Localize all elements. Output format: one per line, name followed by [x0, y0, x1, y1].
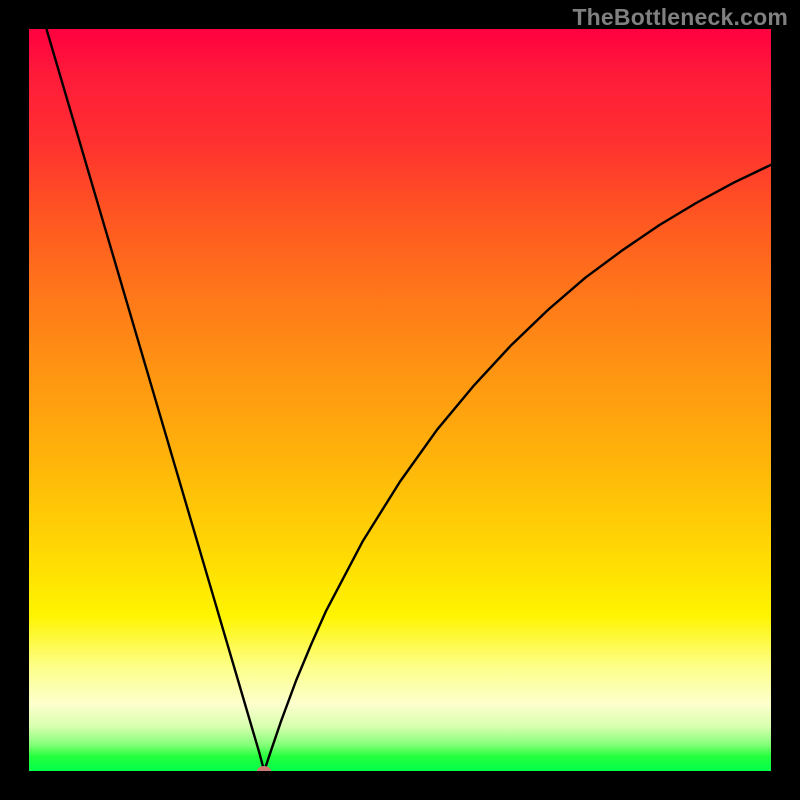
- chart-frame: TheBottleneck.com: [0, 0, 800, 800]
- plot-area: [29, 29, 771, 771]
- minimum-marker: [257, 766, 271, 771]
- bottleneck-curve: [29, 29, 771, 771]
- watermark-text: TheBottleneck.com: [572, 4, 788, 31]
